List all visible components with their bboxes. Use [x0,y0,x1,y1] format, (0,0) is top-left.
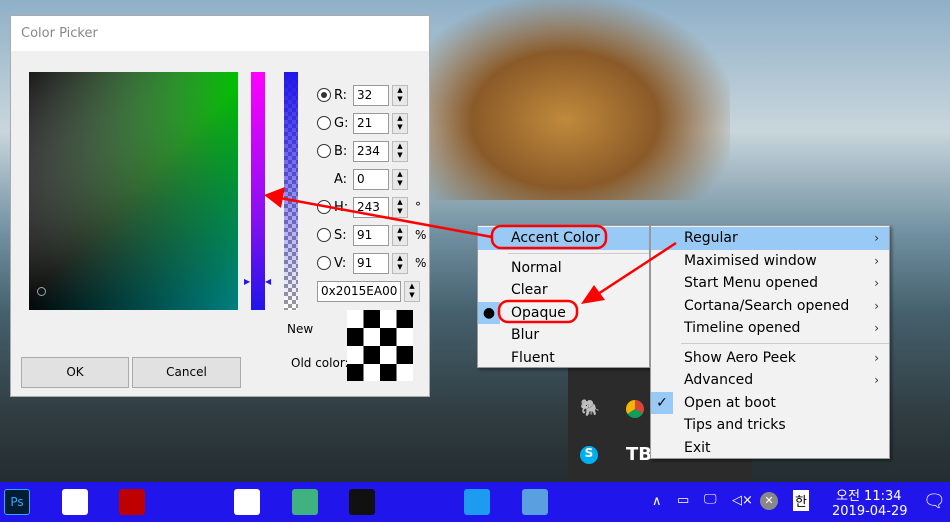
virtualbox-taskbar-icon[interactable] [406,489,433,515]
photoshop-taskbar-icon[interactable]: Ps [4,489,30,515]
notifications-icon[interactable]: 🗨 [923,491,946,512]
network-taskbar-icon[interactable] [176,489,203,515]
network-icon[interactable]: 🖵 [704,492,717,507]
volume-muted-icon[interactable]: ◁× [732,493,753,508]
atom-taskbar-icon[interactable] [291,489,318,515]
evernote-taskbar-icon[interactable] [234,489,260,515]
show-hidden-icons-chevron[interactable]: ∧ [652,494,662,509]
clock-date[interactable]: 2019-04-29 [832,504,908,519]
annotation-overlay [264,187,677,324]
arrow-to-hue [279,196,493,239]
arrow-to-opaque [597,241,677,296]
translucenttb-taskbar-icon[interactable] [579,489,605,515]
arrowhead-hue [264,187,285,208]
power-icon[interactable]: ▭ [677,493,689,508]
terminal-taskbar-icon[interactable] [349,489,375,515]
hangul-app-taskbar-icon[interactable] [61,489,88,515]
taskbar: ∧ ▭ 🖵 ◁× ✕ 한 오전 11:34 2019-04-29 🗨 Ps [0,482,950,522]
ebook-taskbar-icon[interactable] [464,489,490,515]
calculator-taskbar-icon[interactable] [521,489,548,515]
filezilla-taskbar-icon[interactable] [119,489,145,515]
close-circle-icon[interactable]: ✕ [760,492,778,510]
clock-time[interactable]: 오전 11:34 [836,485,902,504]
ime-indicator[interactable]: 한 [793,490,809,511]
highlight-accent-color [490,224,608,250]
highlight-opaque [497,299,579,324]
arrowhead-opaque [581,285,605,304]
